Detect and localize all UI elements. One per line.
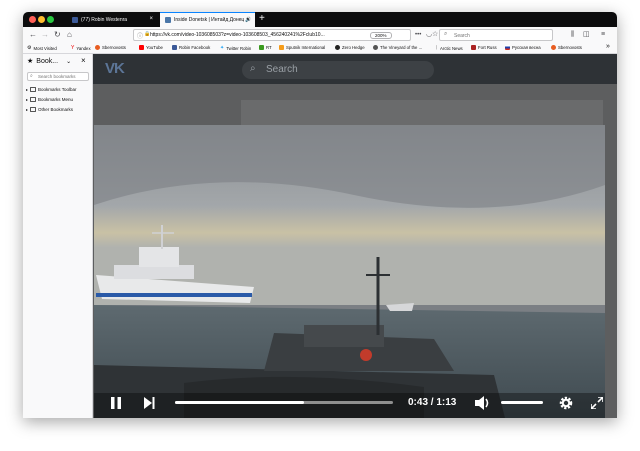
- tab-close-button[interactable]: ×: [246, 17, 250, 23]
- fullscreen-icon[interactable]: [591, 397, 603, 409]
- tab-robin-westenra[interactable]: (77) Robin Westenra ×: [67, 12, 158, 27]
- bookmark-fort-russ[interactable]: Fort Russ: [471, 45, 497, 50]
- bookmarks-sidebar: ★ Book... ⌄ × ⌕ Search bookmarks ▸ Bookm…: [23, 54, 93, 418]
- browser-window: (77) Robin Westenra × Inside Donetsk | И…: [23, 12, 617, 418]
- facebook-icon: [72, 16, 78, 23]
- yandex-icon: Y: [71, 45, 75, 51]
- sidebar-item-bookmarks-toolbar[interactable]: ▸ Bookmarks Toolbar: [26, 87, 76, 92]
- bookmark-yandex[interactable]: Y Yandex: [71, 45, 91, 51]
- pause-icon[interactable]: [110, 397, 122, 409]
- navigation-bar: ← → ↻ ⌂ ⓘ 🔒 https://vk.com/video-1036085…: [23, 27, 617, 43]
- info-icon[interactable]: ⓘ: [137, 31, 143, 40]
- video-player[interactable]: 0:43 / 1:13: [94, 125, 605, 418]
- sputnik-icon: [279, 45, 284, 50]
- tab-title: (77) Robin Westenra: [81, 16, 128, 23]
- folder-icon: [30, 97, 37, 102]
- vk-header: VK ⌕ Search: [93, 54, 617, 84]
- chevron-down-icon[interactable]: ⌄: [66, 58, 71, 65]
- vk-search-input[interactable]: ⌕ Search: [242, 61, 434, 79]
- progress-fill: [175, 401, 304, 404]
- library-icon[interactable]: ⫼: [571, 29, 574, 41]
- tab-title: Inside Donetsk | Интайд Донецк: [174, 17, 244, 23]
- home-icon[interactable]: ⌂: [67, 29, 72, 41]
- volume-slider[interactable]: [501, 401, 543, 404]
- volume-icon[interactable]: [475, 396, 491, 410]
- url-text: https://vk.com/video-103608503?z=video-1…: [150, 32, 325, 38]
- sbernovosts-icon: [95, 45, 100, 50]
- back-button[interactable]: ←: [29, 29, 37, 41]
- gear-icon: ⚙: [27, 45, 32, 51]
- reload-button[interactable]: ↻: [54, 29, 61, 41]
- sidebar-item-bookmarks-menu[interactable]: ▸ Bookmarks Menu: [26, 97, 73, 102]
- sbernovosts-icon: [551, 45, 556, 50]
- bookmarks-overflow-button[interactable]: »: [606, 43, 610, 50]
- sidebar-item-other-bookmarks[interactable]: ▸ Other Bookmarks: [26, 107, 73, 112]
- arctic-news-icon: ᛁ: [435, 45, 439, 51]
- star-icon: ★: [27, 58, 34, 65]
- folder-icon: [30, 87, 37, 92]
- video-frame: [94, 125, 605, 418]
- page-content: VK ⌕ Search 0:43 / 1:13: [93, 54, 617, 418]
- rt-icon: [259, 45, 264, 50]
- menu-icon[interactable]: ≡: [601, 29, 605, 41]
- next-icon[interactable]: [143, 397, 155, 409]
- search-icon: ⌕: [30, 73, 33, 79]
- sidebar-header[interactable]: ★ Book... ⌄: [27, 57, 71, 66]
- twitter-icon: ✦: [220, 45, 225, 51]
- bookmark-zero-hedge[interactable]: Zero Hedge: [335, 45, 365, 50]
- new-tab-button[interactable]: +: [259, 13, 265, 25]
- search-icon: ⌕: [250, 63, 256, 74]
- bookmarks-toolbar: ⚙ Most Visited Y Yandex Sbernovosts YouTub…: [23, 43, 617, 54]
- search-icon: ⌕: [444, 31, 448, 37]
- russian-flag-icon: [505, 45, 510, 50]
- zero-hedge-icon: [335, 45, 340, 50]
- close-window-button[interactable]: [29, 16, 36, 23]
- url-bar[interactable]: ⓘ 🔒 https://vk.com/video-103608503?z=vid…: [133, 29, 411, 41]
- tab-bar: (77) Robin Westenra × Inside Donetsk | И…: [23, 12, 617, 27]
- search-bar[interactable]: ⌕ Search: [439, 29, 553, 41]
- sidebar-close-button[interactable]: ×: [81, 56, 86, 65]
- minimize-window-button[interactable]: [38, 16, 45, 23]
- chevron-right-icon: ▸: [26, 97, 29, 102]
- bookmark-most-visited[interactable]: ⚙ Most Visited: [27, 45, 57, 51]
- bookmark-sbernovosts-2[interactable]: Sbernovosts: [551, 45, 582, 50]
- bookmark-twitter-robin[interactable]: ✦ Twitter Robin: [220, 45, 251, 51]
- time-display: 0:43 / 1:13: [408, 397, 457, 408]
- zoom-window-button[interactable]: [47, 16, 54, 23]
- bookmark-sbernovosts[interactable]: Sbernovosts: [95, 45, 126, 50]
- bookmark-robin-facebook[interactable]: Robin Facebook: [172, 45, 210, 50]
- zoom-reset-button[interactable]: 200%: [370, 31, 392, 39]
- progress-bar[interactable]: [175, 401, 393, 404]
- vk-search-placeholder: Search: [266, 64, 298, 75]
- chevron-right-icon: ▸: [26, 107, 29, 112]
- bookmarks-search-input[interactable]: ⌕ Search bookmarks: [27, 72, 89, 81]
- search-placeholder: Search: [454, 32, 470, 39]
- fort-russ-icon: [471, 45, 476, 50]
- bookmark-sputnik[interactable]: Sputnik International: [279, 45, 325, 50]
- tab-close-button[interactable]: ×: [149, 16, 153, 22]
- vineyard-icon: [373, 45, 378, 50]
- tab-inside-donetsk[interactable]: Inside Donetsk | Интайд Донецк 🔊 ×: [160, 12, 255, 27]
- bookmark-arctic-news[interactable]: ᛁ Arctic News: [435, 45, 463, 51]
- vk-logo[interactable]: VK: [105, 60, 125, 77]
- sidebar-title: Book...: [36, 57, 59, 65]
- sidebar-toggle-icon[interactable]: ◫: [583, 29, 590, 41]
- page-actions-button[interactable]: •••: [415, 29, 421, 41]
- vk-icon: [165, 17, 171, 23]
- bookmark-russkaya-vesna[interactable]: Русская весна: [505, 45, 541, 50]
- bookmark-star-icon[interactable]: ☆: [432, 29, 438, 41]
- facebook-icon: [172, 45, 177, 50]
- chevron-right-icon: ▸: [26, 87, 29, 92]
- bookmark-youtube[interactable]: YouTube: [139, 45, 163, 50]
- folder-icon: [30, 107, 37, 112]
- bookmark-rt[interactable]: RT: [259, 45, 272, 50]
- video-controls: 0:43 / 1:13: [94, 386, 605, 418]
- bookmarks-search-placeholder: Search bookmarks: [38, 74, 76, 79]
- forward-button[interactable]: →: [41, 29, 49, 41]
- youtube-icon: [139, 45, 144, 50]
- bookmark-vineyard[interactable]: The Vineyard of the ...: [373, 45, 422, 50]
- settings-gear-icon[interactable]: [558, 395, 574, 411]
